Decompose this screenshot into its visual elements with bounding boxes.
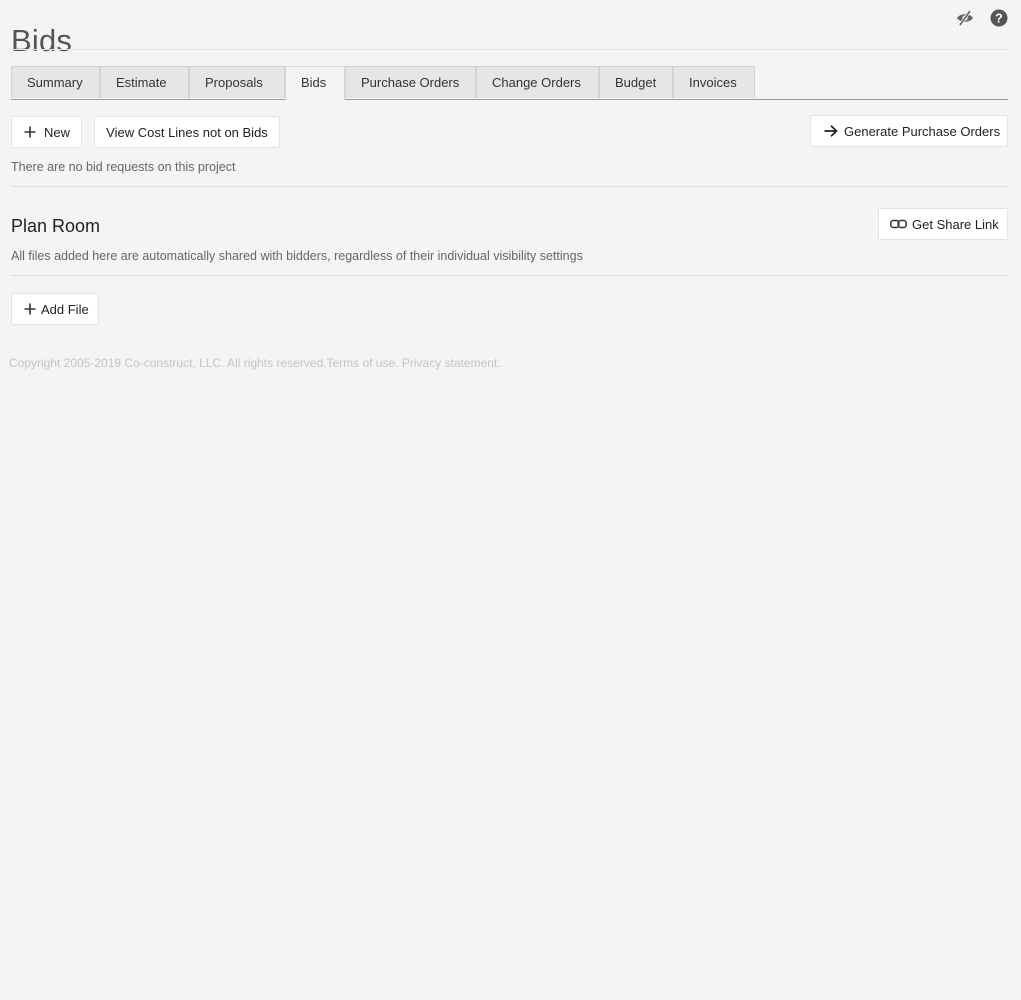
tab-budget[interactable]: Budget	[599, 66, 673, 98]
tab-proposals[interactable]: Proposals	[189, 66, 285, 98]
section-divider	[11, 186, 1008, 187]
page-title: Bids	[11, 22, 73, 58]
plan-room-title: Plan Room	[11, 216, 101, 236]
tab-summary[interactable]: Summary	[11, 66, 100, 98]
plus-icon	[24, 303, 36, 315]
no-bids-message: There are no bid requests on this projec…	[11, 160, 236, 174]
footer: Copyright 2005-2019 Co-construct, LLC. A…	[9, 356, 501, 370]
link-icon	[890, 219, 907, 229]
tab-bids[interactable]: Bids	[285, 66, 345, 100]
header-icons: ?	[955, 8, 1009, 28]
tab-bar: Summary Estimate Proposals Bids Purchase…	[11, 66, 1008, 100]
privacy-statement-link[interactable]: Privacy statement.	[402, 356, 501, 370]
add-file-label: Add File	[41, 301, 89, 317]
visibility-off-icon[interactable]	[955, 8, 975, 28]
new-button-label: New	[44, 124, 71, 140]
new-button[interactable]: New	[11, 116, 82, 148]
generate-purchase-orders-label: Generate Purchase Orders	[844, 123, 1001, 139]
view-cost-lines-label: View Cost Lines not on Bids	[106, 124, 268, 140]
plus-icon	[24, 126, 36, 138]
plan-room-description: All files added here are automatically s…	[11, 249, 583, 263]
generate-purchase-orders-button[interactable]: Generate Purchase Orders	[810, 115, 1008, 147]
tab-invoices[interactable]: Invoices	[673, 66, 755, 98]
terms-of-use-link[interactable]: Terms of use.	[327, 356, 399, 370]
plan-room-divider	[11, 275, 1008, 276]
tab-change-orders[interactable]: Change Orders	[476, 66, 599, 98]
title-divider	[11, 49, 1008, 50]
add-file-button[interactable]: Add File	[11, 293, 99, 325]
copyright-text: Copyright 2005-2019 Co-construct, LLC. A…	[9, 356, 327, 370]
tab-baseline	[11, 99, 1008, 100]
get-share-link-label: Get Share Link	[912, 216, 999, 232]
arrow-right-icon	[824, 125, 838, 137]
svg-text:?: ?	[995, 11, 1003, 25]
view-cost-lines-button[interactable]: View Cost Lines not on Bids	[94, 116, 280, 148]
get-share-link-button[interactable]: Get Share Link	[878, 208, 1008, 240]
tab-estimate[interactable]: Estimate	[100, 66, 189, 98]
help-icon[interactable]: ?	[989, 8, 1009, 28]
tab-purchase-orders[interactable]: Purchase Orders	[345, 66, 476, 98]
